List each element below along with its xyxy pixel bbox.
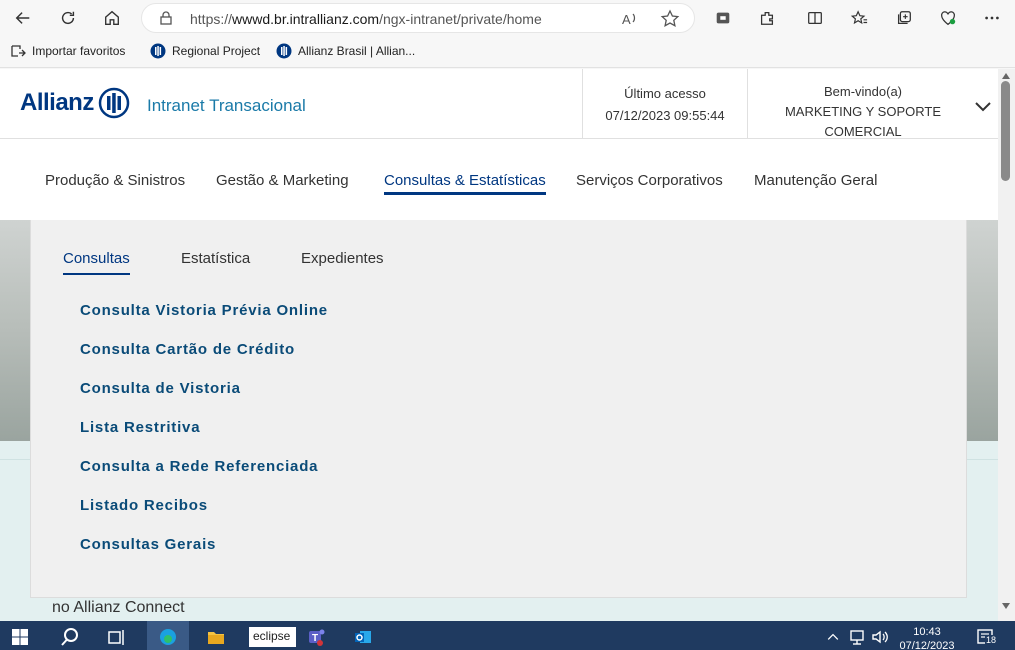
scrollbar-thumb[interactable] <box>1001 81 1010 181</box>
last-access-label: Último acesso <box>624 86 706 101</box>
import-icon <box>11 45 26 57</box>
back-icon[interactable] <box>9 4 37 32</box>
main-nav: Produção & Sinistros Gestão & Marketing … <box>0 140 998 220</box>
user-name-line2: COMERCIAL <box>824 124 902 139</box>
allianz-favicon-icon <box>150 43 166 59</box>
address-bar[interactable]: https://wwwd.br.intrallianz.com/ngx-intr… <box>141 3 695 33</box>
browser-toolbar: https://wwwd.br.intrallianz.com/ngx-intr… <box>0 0 1015 36</box>
extension-icon[interactable] <box>709 4 737 32</box>
subtab-estatistica[interactable]: Estatística <box>181 250 250 267</box>
edge-icon[interactable] <box>155 625 181 649</box>
chevron-up-icon[interactable] <box>825 625 841 649</box>
welcome-label: Bem-vindo(a) <box>823 84 903 99</box>
chevron-down-icon[interactable] <box>974 101 992 113</box>
nav-manutencao-geral[interactable]: Manutenção Geral <box>754 172 877 189</box>
allianz-favicon-icon <box>276 43 292 59</box>
favorite-label: Importar favoritos <box>32 44 126 58</box>
scroll-up-arrow-icon[interactable] <box>1002 73 1010 79</box>
intranet-subtitle: Intranet Transacional <box>147 96 306 115</box>
consultas-link-list: Consulta Vistoria Prévia Online Consulta… <box>80 302 328 575</box>
site-header: Allianz Intranet Transacional Último ace… <box>0 69 998 139</box>
browser-essentials-icon[interactable] <box>934 4 962 32</box>
url-text[interactable]: https://wwwd.br.intrallianz.com/ngx-intr… <box>190 11 542 27</box>
favorite-label: Allianz Brasil | Allian... <box>298 44 416 58</box>
nav-consultas-estatisticas[interactable]: Consultas & Estatísticas <box>384 172 546 195</box>
notifications-icon[interactable]: 18 <box>973 625 998 649</box>
allianz-logo[interactable]: Allianz <box>20 87 130 119</box>
lock-icon[interactable] <box>158 10 174 26</box>
web-page: no Allianz Connect Allianz Intranet Tran… <box>0 69 998 621</box>
clock-date: 07/12/2023 <box>899 640 955 650</box>
link-consulta-vistoria[interactable]: Consulta de Vistoria <box>80 380 328 397</box>
notification-count: 18 <box>985 635 998 645</box>
task-view-icon[interactable] <box>104 625 128 649</box>
nav-servicos-corporativos[interactable]: Serviços Corporativos <box>576 172 723 189</box>
favorite-import[interactable]: Importar favoritos <box>10 43 125 59</box>
system-clock[interactable]: 10:43 07/12/2023 <box>890 625 964 650</box>
refresh-icon[interactable] <box>54 4 82 32</box>
link-consulta-vistoria-previa-online[interactable]: Consulta Vistoria Prévia Online <box>80 302 328 319</box>
file-explorer-icon[interactable] <box>203 625 229 649</box>
subtab-expedientes[interactable]: Expedientes <box>301 250 384 267</box>
clock-time: 10:43 <box>913 626 941 638</box>
outlook-icon[interactable] <box>350 625 376 649</box>
scroll-down-arrow-icon[interactable] <box>1002 603 1010 609</box>
windows-start-icon[interactable] <box>8 625 32 649</box>
subtab-consultas[interactable]: Consultas <box>63 250 130 275</box>
favorites-icon[interactable] <box>845 4 873 32</box>
split-screen-icon[interactable] <box>801 4 829 32</box>
link-consultas-gerais[interactable]: Consultas Gerais <box>80 536 328 553</box>
nav-gestao-marketing[interactable]: Gestão & Marketing <box>216 172 349 189</box>
read-aloud-icon[interactable]: A <box>620 9 640 29</box>
logo-wordmark: Allianz <box>20 89 94 116</box>
teams-icon[interactable]: T <box>303 625 329 649</box>
link-consulta-rede-referenciada[interactable]: Consulta a Rede Referenciada <box>80 458 328 475</box>
link-consulta-cartao-credito[interactable]: Consulta Cartão de Crédito <box>80 341 328 358</box>
last-access-value: 07/12/2023 09:55:44 <box>605 108 725 123</box>
network-icon[interactable] <box>847 625 867 649</box>
nav-producao-sinistros[interactable]: Produção & Sinistros <box>45 172 185 189</box>
favorites-bar: Importar favoritos Regional Project Alli… <box>0 36 1015 68</box>
link-lista-restritiva[interactable]: Lista Restritiva <box>80 419 328 436</box>
consultas-dropdown-panel: Consultas Estatística Expedientes Consul… <box>30 220 967 598</box>
favorite-star-icon[interactable] <box>660 9 680 29</box>
page-scrollbar[interactable] <box>998 69 1015 621</box>
more-options-icon[interactable] <box>978 4 1006 32</box>
favorite-allianz-brasil[interactable]: Allianz Brasil | Allian... <box>276 43 415 59</box>
eclipse-app[interactable]: eclipse <box>249 627 296 647</box>
home-icon[interactable] <box>98 4 126 32</box>
search-icon[interactable] <box>56 625 84 649</box>
user-name-line1: MARKETING Y SOPORTE <box>784 104 942 119</box>
volume-icon[interactable] <box>870 625 890 649</box>
allianz-connect-text: no Allianz Connect <box>52 599 185 616</box>
windows-taskbar: eclipse T 10:43 07/12/2023 18 <box>0 621 1015 650</box>
extensions-puzzle-icon[interactable] <box>753 4 781 32</box>
last-access-panel: Último acesso 07/12/2023 09:55:44 <box>582 69 748 139</box>
favorite-label: Regional Project <box>172 44 261 58</box>
allianz-emblem-icon <box>98 87 130 119</box>
svg-text:A: A <box>622 12 631 27</box>
link-listado-recibos[interactable]: Listado Recibos <box>80 497 328 514</box>
user-menu[interactable]: Bem-vindo(a) MARKETING Y SOPORTE COMERCI… <box>748 69 998 139</box>
favorite-regional-project[interactable]: Regional Project <box>150 43 260 59</box>
collections-icon[interactable] <box>890 4 918 32</box>
